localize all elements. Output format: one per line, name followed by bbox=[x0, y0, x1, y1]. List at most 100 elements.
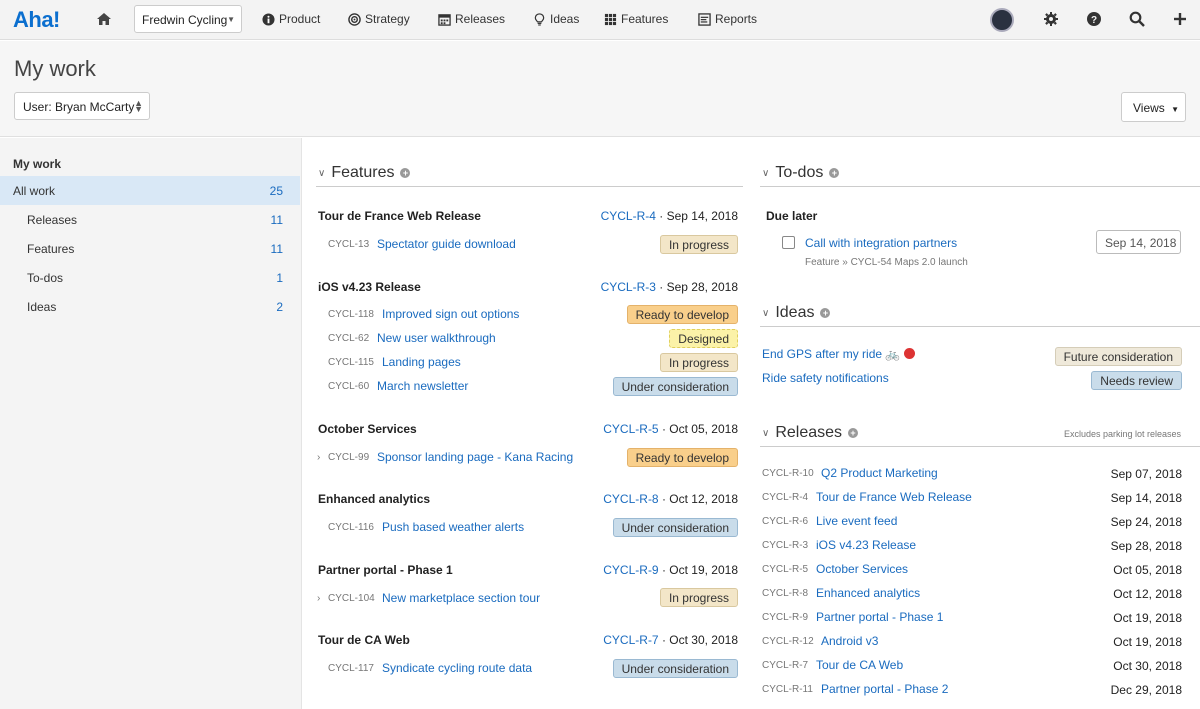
chevron-down-icon: ∨ bbox=[762, 167, 770, 179]
todo-group-title: Due later bbox=[766, 209, 818, 223]
release-link[interactable]: Live event feed bbox=[816, 514, 897, 528]
feature-link[interactable]: Syndicate cycling route data bbox=[382, 661, 532, 675]
workspace-select[interactable]: Fredwin Cycling ▼ bbox=[134, 5, 242, 33]
release-group-meta: CYCL-R-8 · Oct 12, 2018 bbox=[603, 492, 738, 506]
sidebar-item-label: All work bbox=[13, 184, 56, 198]
release-link[interactable]: CYCL-R-3 bbox=[601, 280, 656, 294]
chevron-right-icon[interactable]: › bbox=[317, 452, 320, 463]
release-link[interactable]: CYCL-R-8 bbox=[603, 492, 658, 506]
feature-link[interactable]: Sponsor landing page - Kana Racing bbox=[377, 450, 573, 464]
sidebar-item-todos[interactable]: To-dos 1 bbox=[0, 263, 300, 292]
idea-link[interactable]: End GPS after my ride 🚲 bbox=[762, 347, 915, 361]
sidebar-item-ideas[interactable]: Ideas 2 bbox=[0, 292, 300, 321]
features-section-header[interactable]: ∨ Features + bbox=[318, 164, 411, 182]
release-link[interactable]: Enhanced analytics bbox=[816, 586, 920, 600]
chevron-right-icon[interactable]: › bbox=[317, 593, 320, 604]
idea-link[interactable]: Ride safety notifications bbox=[762, 371, 889, 385]
nav-releases[interactable]: Releases bbox=[438, 12, 505, 26]
plus-icon[interactable] bbox=[1172, 11, 1188, 27]
sort-caret-icon: ▲ ▼ bbox=[134, 98, 143, 114]
nav-product-label: Product bbox=[279, 12, 321, 26]
nav-strategy[interactable]: Strategy bbox=[348, 12, 410, 26]
home-icon[interactable] bbox=[96, 11, 112, 27]
release-link[interactable]: CYCL-R-5 bbox=[603, 422, 658, 436]
feature-link[interactable]: Spectator guide download bbox=[377, 237, 516, 251]
grid-icon bbox=[604, 13, 617, 25]
user-select[interactable]: User: Bryan McCarty ▲ ▼ bbox=[14, 92, 150, 120]
status-badge[interactable]: Ready to develop bbox=[626, 448, 738, 467]
lightbulb-icon bbox=[534, 12, 545, 26]
search-icon[interactable] bbox=[1129, 11, 1145, 27]
release-link[interactable]: Tour de France Web Release bbox=[816, 490, 972, 504]
release-date: Sep 28, 2018 bbox=[1110, 539, 1182, 553]
ideas-section-header[interactable]: ∨ Ideas + bbox=[762, 304, 831, 322]
release-ref: CYCL-R-10 bbox=[762, 468, 814, 479]
release-ref: CYCL-R-9 bbox=[762, 612, 809, 623]
feature-ref: CYCL-116 bbox=[328, 522, 374, 533]
releases-note: Excludes parking lot releases bbox=[1063, 429, 1181, 439]
user-avatar[interactable] bbox=[990, 8, 1014, 32]
todo-context: Feature » CYCL-54 Maps 2.0 launch bbox=[805, 257, 968, 268]
sidebar-item-features[interactable]: Features 11 bbox=[0, 234, 300, 263]
feature-ref: CYCL-13 bbox=[328, 239, 370, 250]
aha-logo[interactable]: Aha! bbox=[13, 7, 60, 33]
feature-ref: CYCL-104 bbox=[328, 593, 375, 604]
help-icon[interactable]: ? bbox=[1086, 11, 1102, 27]
status-badge[interactable]: Needs review bbox=[1091, 371, 1182, 390]
sidebar-item-all-work[interactable]: All work 25 bbox=[0, 176, 300, 205]
add-circle-icon[interactable]: + bbox=[848, 428, 859, 438]
release-link[interactable]: CYCL-R-4 bbox=[601, 209, 656, 223]
feature-link[interactable]: New marketplace section tour bbox=[382, 591, 540, 605]
add-circle-icon[interactable]: + bbox=[820, 308, 831, 318]
sidebar-item-releases[interactable]: Releases 11 bbox=[0, 205, 300, 234]
nav-features[interactable]: Features bbox=[604, 12, 668, 26]
release-group-meta: CYCL-R-4 · Sep 14, 2018 bbox=[600, 209, 738, 223]
caret-down-icon: ▼ bbox=[227, 15, 235, 24]
status-badge[interactable]: Designed bbox=[669, 329, 738, 348]
nav-ideas[interactable]: Ideas bbox=[533, 12, 579, 26]
release-link[interactable]: Partner portal - Phase 2 bbox=[821, 682, 948, 696]
release-ref: CYCL-R-5 bbox=[762, 564, 809, 575]
views-button[interactable]: Views ▼ bbox=[1121, 92, 1186, 122]
add-circle-icon[interactable]: + bbox=[400, 168, 411, 178]
release-link[interactable]: iOS v4.23 Release bbox=[816, 538, 916, 552]
todos-section-header[interactable]: ∨ To-dos + bbox=[762, 164, 840, 182]
release-ref: CYCL-R-4 bbox=[762, 492, 809, 503]
release-link[interactable]: Q2 Product Marketing bbox=[821, 466, 938, 480]
release-link[interactable]: Tour de CA Web bbox=[816, 658, 903, 672]
status-badge[interactable]: Under consideration bbox=[612, 659, 738, 678]
status-badge[interactable]: Under consideration bbox=[612, 518, 738, 537]
nav-product[interactable]: Product bbox=[262, 12, 320, 26]
feature-link[interactable]: Push based weather alerts bbox=[382, 520, 524, 534]
todo-link[interactable]: Call with integration partners bbox=[805, 236, 957, 250]
releases-section-header[interactable]: ∨ Releases + bbox=[762, 424, 859, 442]
release-link[interactable]: CYCL-R-7 bbox=[603, 633, 658, 647]
todo-checkbox[interactable] bbox=[782, 236, 795, 249]
release-link[interactable]: Partner portal - Phase 1 bbox=[816, 610, 943, 624]
release-date: Oct 05, 2018 bbox=[669, 422, 738, 436]
feature-link[interactable]: March newsletter bbox=[377, 379, 468, 393]
release-link[interactable]: Android v3 bbox=[821, 634, 878, 648]
feature-link[interactable]: Improved sign out options bbox=[382, 307, 519, 321]
status-badge[interactable]: In progress bbox=[659, 235, 738, 254]
add-circle-icon[interactable]: + bbox=[829, 168, 840, 178]
divider bbox=[316, 186, 743, 187]
release-group-meta: CYCL-R-9 · Oct 19, 2018 bbox=[603, 563, 738, 577]
gear-icon[interactable] bbox=[1043, 11, 1059, 27]
release-date: Oct 30, 2018 bbox=[669, 633, 738, 647]
feature-link[interactable]: Landing pages bbox=[382, 355, 461, 369]
nav-ideas-label: Ideas bbox=[550, 12, 580, 26]
release-link[interactable]: CYCL-R-9 bbox=[603, 563, 658, 577]
status-badge[interactable]: In progress bbox=[659, 353, 738, 372]
feature-link[interactable]: New user walkthrough bbox=[377, 331, 496, 345]
status-badge[interactable]: Future consideration bbox=[1054, 347, 1182, 366]
calendar-icon bbox=[438, 13, 451, 26]
sidebar-item-label: Features bbox=[27, 242, 75, 256]
status-badge[interactable]: Ready to develop bbox=[626, 305, 738, 324]
nav-reports[interactable]: Reports bbox=[698, 12, 757, 26]
release-link[interactable]: October Services bbox=[816, 562, 908, 576]
status-badge[interactable]: In progress bbox=[659, 588, 738, 607]
status-badge[interactable]: Under consideration bbox=[612, 377, 738, 396]
caret-down-icon: ▼ bbox=[1171, 105, 1180, 114]
todo-due-date[interactable]: Sep 14, 2018 bbox=[1096, 230, 1181, 254]
